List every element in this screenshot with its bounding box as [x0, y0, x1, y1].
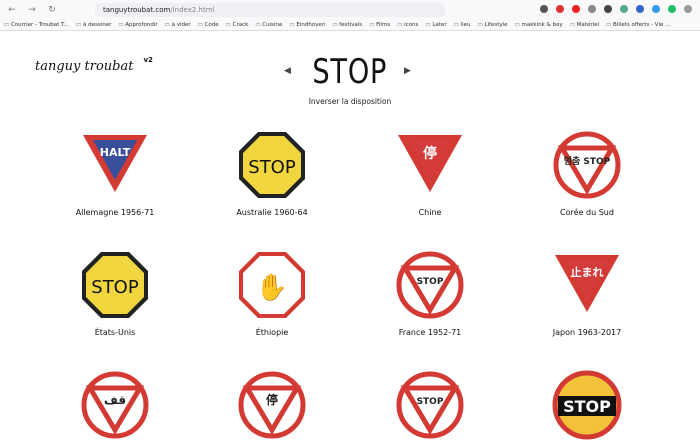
next-arrow-icon[interactable]: ▶ [404, 66, 411, 76]
stop-sign-icon: 停 [360, 130, 500, 200]
svg-text:STOP: STOP [417, 277, 444, 287]
reload-icon[interactable]: ↻ [46, 5, 58, 15]
extension-icon[interactable] [652, 5, 660, 13]
bookmark-item[interactable]: à dessiner [76, 22, 111, 28]
bookmark-item[interactable]: Billets offerts - Vie ... [606, 22, 670, 28]
svg-text:멈춤 STOP: 멈춤 STOP [564, 155, 611, 167]
sign-item[interactable]: STOP [517, 370, 657, 448]
svg-text:停: 停 [266, 392, 278, 407]
extension-icon[interactable] [620, 5, 628, 13]
svg-text:HALT: HALT [100, 146, 131, 159]
bookmark-item[interactable]: makkink & bey [515, 22, 563, 28]
sign-item[interactable]: 停 [202, 370, 342, 448]
bookmark-item[interactable]: Later [425, 22, 446, 28]
svg-text:STOP: STOP [417, 397, 444, 407]
sign-item[interactable]: STOP États-Unis [45, 250, 185, 337]
bookmark-item[interactable]: à vider [165, 22, 191, 28]
bookmark-item[interactable]: Matériel [570, 22, 599, 28]
svg-text:STOP: STOP [91, 277, 139, 298]
invert-layout-link[interactable]: Inverser la disposition [0, 97, 700, 106]
svg-text:停: 停 [423, 145, 437, 162]
stop-sign-icon: STOP [360, 250, 500, 320]
sign-item[interactable]: ✋ Éthiopie [202, 250, 342, 337]
bookmark-item[interactable]: lieu [454, 22, 471, 28]
sign-label: Corée du Sud [560, 208, 614, 217]
sign-item[interactable]: قف [45, 370, 185, 448]
bookmark-item[interactable]: Eindhoven [289, 22, 325, 28]
svg-text:止まれ: 止まれ [571, 265, 604, 279]
stop-sign-icon: قف [45, 370, 185, 440]
extension-icon[interactable] [540, 5, 548, 13]
sign-label: Japon 1963-2017 [552, 328, 622, 337]
sign-item[interactable]: 停 Chine [360, 130, 500, 217]
stop-sign-icon: 멈춤 STOP [517, 130, 657, 200]
bookmark-item[interactable]: festivals [332, 22, 362, 28]
extension-icon[interactable] [556, 5, 564, 13]
sign-item[interactable]: 止まれ Japon 1963-2017 [517, 250, 657, 337]
stop-sign-icon: STOP [360, 370, 500, 440]
stop-sign-icon: 停 [202, 370, 342, 440]
bookmarks-bar: Courrier - Troubat T... à dessiner Approfo… [0, 20, 700, 31]
sign-label: Chine [418, 208, 442, 217]
prev-arrow-icon[interactable]: ◀ [284, 66, 291, 76]
bookmark-item[interactable]: Crack [226, 22, 249, 28]
stop-sign-icon: STOP [45, 250, 185, 320]
bookmark-item[interactable]: Cuisine [255, 22, 282, 28]
bookmark-item[interactable]: Approfondir [118, 22, 157, 28]
bookmark-item[interactable]: Courrier - Troubat T... [4, 22, 69, 28]
forward-icon[interactable]: → [26, 5, 38, 15]
stop-sign-icon: STOP [202, 130, 342, 200]
bookmark-item[interactable]: Code [198, 22, 219, 28]
sign-label: France 1952-71 [398, 328, 462, 337]
extension-icon[interactable] [668, 5, 676, 13]
svg-text:STOP: STOP [248, 157, 296, 178]
sign-item[interactable]: STOP [360, 370, 500, 448]
stop-sign-icon: STOP [517, 370, 657, 440]
sign-item[interactable]: STOP France 1952-71 [360, 250, 500, 337]
menu-icon[interactable] [684, 5, 692, 13]
stop-sign-icon: ✋ [202, 250, 342, 320]
bookmark-item[interactable]: icons [397, 22, 418, 28]
extension-icon[interactable] [604, 5, 612, 13]
bookmark-item[interactable]: Lifestyle [477, 22, 507, 28]
svg-text:قف: قف [104, 393, 126, 407]
svg-text:✋: ✋ [256, 272, 288, 303]
sign-item[interactable]: HALT Allemagne 1956-71 [45, 130, 185, 217]
browser-toolbar: ← → ↻ tanguytroubat.com/index2.html [0, 0, 700, 20]
sign-item[interactable]: STOP Australie 1960-64 [202, 130, 342, 217]
svg-text:STOP: STOP [563, 397, 611, 416]
sign-label: Éthiopie [255, 328, 289, 337]
extension-icon[interactable] [588, 5, 596, 13]
bookmark-item[interactable]: Films [369, 22, 390, 28]
back-icon[interactable]: ← [6, 5, 18, 15]
sign-label: Allemagne 1956-71 [75, 208, 155, 217]
sign-item[interactable]: 멈춤 STOP Corée du Sud [517, 130, 657, 217]
extension-icon[interactable] [572, 5, 580, 13]
address-bar[interactable]: tanguytroubat.com/index2.html [95, 3, 445, 17]
stop-sign-icon: HALT [45, 130, 185, 200]
extension-icon[interactable] [636, 5, 644, 13]
stop-sign-icon: 止まれ [517, 250, 657, 320]
page-title: STOP [312, 52, 388, 92]
sign-label: États-Unis [94, 328, 136, 337]
sign-label: Australie 1960-64 [236, 208, 308, 217]
extensions [540, 5, 692, 13]
